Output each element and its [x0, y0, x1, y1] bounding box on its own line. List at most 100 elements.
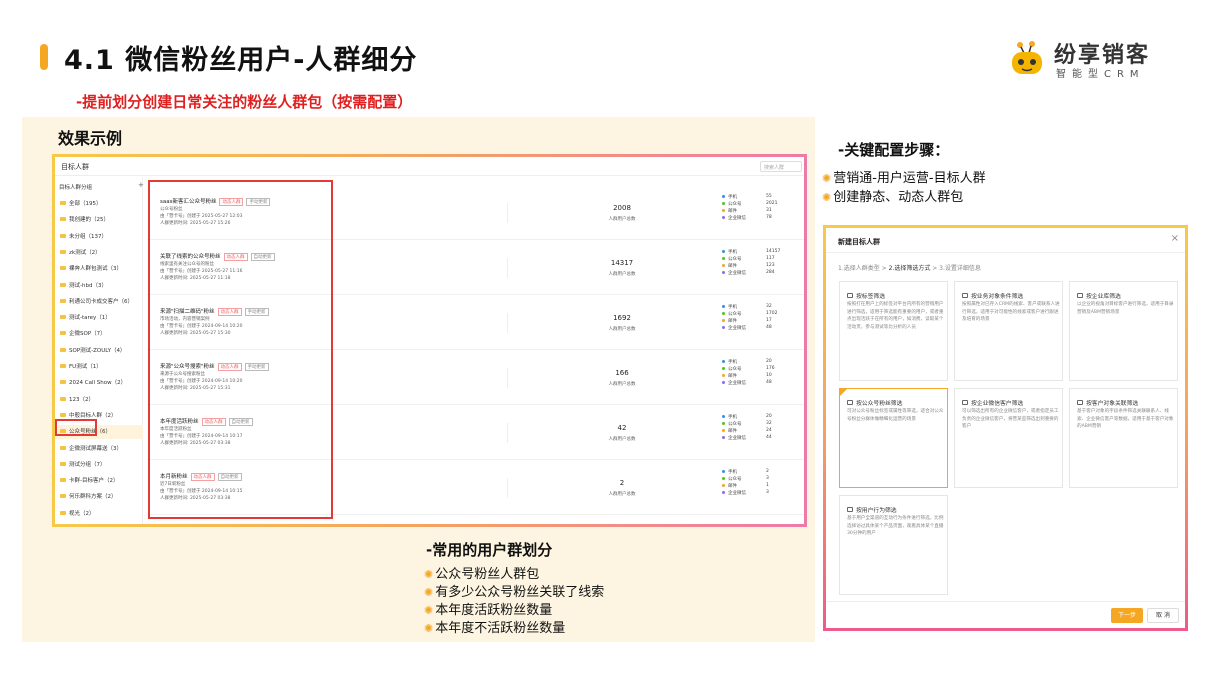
- channel-value: 44: [766, 435, 772, 440]
- add-group-button[interactable]: +: [138, 181, 144, 189]
- filter-method-card[interactable]: 按业务对象条件筛选 按照属性对已存入CRM的线索、客户或联系人进行筛选，适用于对可…: [954, 281, 1063, 381]
- channel-label: 手机: [728, 305, 737, 310]
- audience-count: 2008: [613, 204, 631, 212]
- effect-label: 效果示例: [58, 129, 123, 148]
- new-audience-modal: 新建目标人群 × 1.选择人群类型 > 2.选择筛选方式 > 3.设置详细信息 …: [823, 225, 1188, 631]
- sidebar-item[interactable]: 何乐群科方案（2）: [55, 490, 143, 504]
- dot-icon: [722, 216, 725, 219]
- sidebar-item-label: 裸奔人群包测试（3）: [69, 266, 122, 273]
- dot-icon: [722, 477, 725, 480]
- channel-label: 邮件: [728, 484, 737, 489]
- sidebar-item[interactable]: 2024 Call Show（2）: [55, 376, 143, 390]
- screen-title: 目标人群: [61, 163, 89, 171]
- card-title: 按用户行为筛选: [847, 505, 897, 514]
- sidebar-item[interactable]: 全部（195）: [55, 197, 143, 211]
- sidebar-item-label: 测试-hbd（3）: [69, 282, 107, 289]
- sidebar-item[interactable]: 利通公司卡成交客户（6）: [55, 295, 143, 309]
- channel-stat: 公众号 117: [722, 256, 802, 263]
- channel-label: 公众号: [728, 202, 742, 207]
- dot-icon: [722, 312, 725, 315]
- audience-count: 14317: [610, 259, 634, 267]
- channel-label: 公众号: [728, 257, 742, 262]
- close-icon[interactable]: ×: [1171, 233, 1179, 244]
- groups-item-text: 公众号粉丝人群包: [435, 567, 540, 582]
- sidebar-item-label: 中般目标人群（2）: [69, 412, 117, 419]
- next-button[interactable]: 下一步: [1111, 608, 1143, 623]
- filter-method-card[interactable]: 按公众号粉丝筛选 可对公众号粉丝标签或属性等筛选，适合对公众号粉丝分群体做精细化运…: [839, 388, 948, 488]
- sidebar-item[interactable]: 裸奔人群包测试（3）: [55, 262, 143, 276]
- filter-icon: [847, 400, 853, 405]
- card-title-text: 按企业微信客户筛选: [971, 401, 1024, 407]
- sidebar-item-label: 视光（2）: [69, 510, 95, 517]
- sidebar-item[interactable]: 卡群-目标客户（2）: [55, 474, 143, 488]
- steps-title: -关键配置步骤：: [838, 141, 950, 159]
- highlight-box: [55, 419, 97, 436]
- sidebar-item[interactable]: 123（2）: [55, 393, 143, 407]
- channel-value: 1: [766, 483, 769, 488]
- sidebar-item[interactable]: 企微SOP（7）: [55, 327, 143, 341]
- channel-value: 3: [766, 490, 769, 495]
- sidebar-item[interactable]: 测试-hbd（3）: [55, 279, 143, 293]
- audience-count-label: 人群用户总数: [608, 327, 636, 332]
- dot-icon: [722, 381, 725, 384]
- filter-icon: [847, 293, 853, 298]
- folder-icon: [60, 461, 66, 466]
- channel-label: 邮件: [728, 429, 737, 434]
- sidebar-item[interactable]: 视光（2）: [55, 507, 143, 521]
- channel-stat: 手机 14157: [722, 249, 802, 256]
- card-title: 按公众号粉丝筛选: [847, 398, 902, 407]
- sidebar-heading: 目标人群分组: [59, 185, 93, 191]
- cancel-button[interactable]: 取 消: [1147, 608, 1179, 623]
- channel-stat: 企业微信 3: [722, 490, 802, 497]
- channel-label: 手机: [728, 470, 737, 475]
- filter-method-card[interactable]: 按客户对象关联筛选 基于客户对象的字段条件筛选关联联系人、线索、企业微信客户等数据…: [1069, 388, 1178, 488]
- channel-stats: 手机 14157 公众号 117 邮件 123 企业微信 284: [722, 249, 802, 277]
- channel-stat: 邮件 24: [722, 428, 802, 435]
- channel-value: 117: [766, 256, 775, 261]
- channel-label: 邮件: [728, 264, 737, 269]
- card-title-text: 按业务对象条件筛选: [971, 294, 1024, 300]
- sidebar-item[interactable]: 测试分组（7）: [55, 458, 143, 472]
- filter-icon: [962, 293, 968, 298]
- sidebar-item[interactable]: 分群管理（2）: [55, 523, 143, 524]
- audience-count: 1692: [613, 314, 631, 322]
- page-subtitle: -提前划分创建日常关注的粉丝人群包（按需配置）: [76, 93, 413, 111]
- sidebar-item[interactable]: 未分组（137）: [55, 230, 143, 244]
- filter-icon: [1077, 400, 1083, 405]
- filter-icon: [847, 507, 853, 512]
- card-title: 按企业库筛选: [1077, 291, 1121, 300]
- filter-method-card[interactable]: 按标签筛选 按照打在用户上的标签对平台内所有的营销用户进行筛选，适用于筛选能有重要…: [839, 281, 948, 381]
- filter-method-card[interactable]: 按企业库筛选以企业的视角对目标客户进行筛选，适用于目录营销及ABM营销场景: [1069, 281, 1178, 381]
- audience-count: 42: [617, 424, 627, 432]
- groups-item: ✺ 本年度不活跃粉丝数量: [424, 617, 565, 636]
- sidebar-item[interactable]: 我创建的（25）: [55, 213, 143, 227]
- card-desc: 以企业的视角对目标客户进行筛选，适用于目录营销及ABM营销场景: [1077, 302, 1174, 315]
- sidebar-item[interactable]: SOP测试-ZOULY（4）: [55, 344, 143, 358]
- card-title: 按业务对象条件筛选: [962, 291, 1023, 300]
- sidebar-item[interactable]: 企微测试屏幕送（3）: [55, 442, 143, 456]
- groups-title: -常用的用户群划分: [426, 541, 553, 559]
- filter-icon: [962, 400, 968, 405]
- search-input[interactable]: 搜索人群: [760, 161, 802, 172]
- channel-stat: 邮件 17: [722, 318, 802, 325]
- channel-label: 企业微信: [728, 491, 746, 496]
- channel-stat: 企业微信 78: [722, 215, 802, 222]
- sidebar-item[interactable]: 测试-tarey（1）: [55, 311, 143, 325]
- channel-label: 邮件: [728, 319, 737, 324]
- sidebar-item[interactable]: zk测试（2）: [55, 246, 143, 260]
- dot-icon: [722, 264, 725, 267]
- channel-value: 31: [766, 208, 772, 213]
- card-title-text: 按客户对象关联筛选: [1086, 401, 1139, 407]
- filter-method-card[interactable]: 按企业微信客户筛选 可以筛选出所有的企业微信客户，或者指定员工负责的企业微信客户，…: [954, 388, 1063, 488]
- sidebar-item[interactable]: FU测试（1）: [55, 360, 143, 374]
- channel-value: 32: [766, 304, 772, 309]
- channel-stat: 邮件 1: [722, 483, 802, 490]
- dot-icon: [722, 360, 725, 363]
- channel-value: 176: [766, 366, 775, 371]
- filter-method-card[interactable]: 按用户行为筛选 基于用户全渠道的互动行为条件进行筛选，比例选择访过具体某个产品页面…: [839, 495, 948, 595]
- dot-icon: [722, 271, 725, 274]
- card-title: 按标签筛选: [847, 291, 885, 300]
- channel-stat: 手机 2: [722, 469, 802, 476]
- channel-label: 手机: [728, 415, 737, 420]
- channel-value: 14157: [766, 249, 781, 254]
